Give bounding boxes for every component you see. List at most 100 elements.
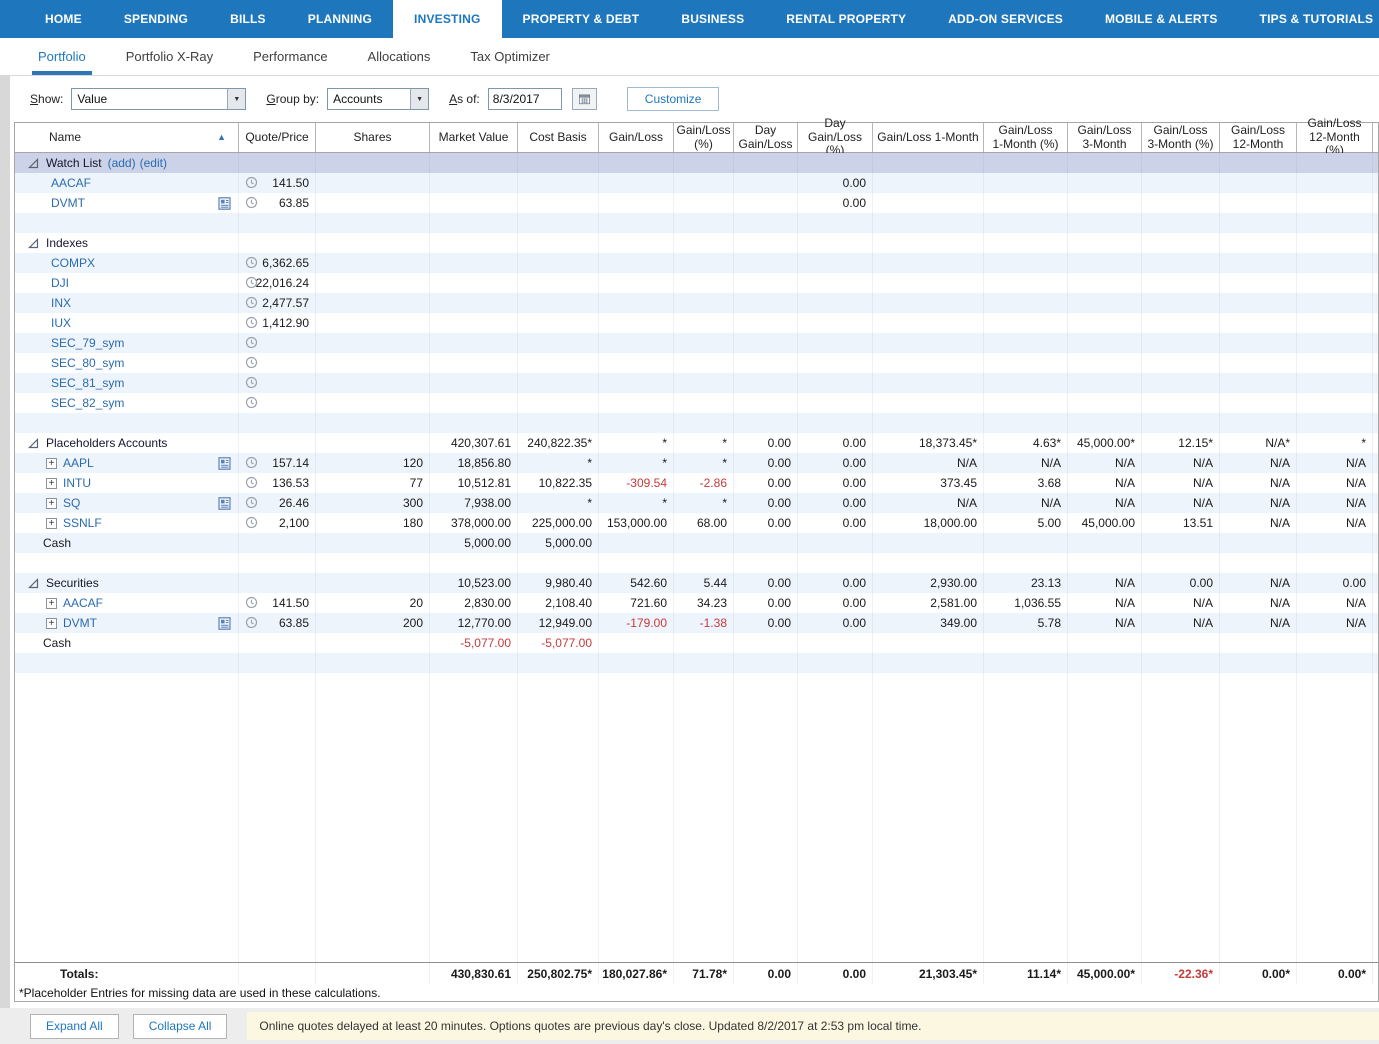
column-header-gl3mp[interactable]: Gain/Loss 3-Month (%): [1142, 123, 1220, 152]
subnav-tab-allocations[interactable]: Allocations: [348, 38, 451, 75]
symbol-link[interactable]: DVMT: [51, 196, 85, 210]
table-row-sec-81-sym[interactable]: SEC_81_sym: [15, 373, 1378, 393]
nav-tab-home[interactable]: HOME: [24, 0, 103, 38]
column-header-glp[interactable]: Gain/Loss (%): [674, 123, 734, 152]
column-header-shares[interactable]: Shares: [316, 123, 430, 152]
column-header-gl[interactable]: Gain/Loss: [599, 123, 674, 152]
nav-tab-bills[interactable]: BILLS: [209, 0, 287, 38]
nav-tab-property-debt[interactable]: PROPERTY & DEBT: [502, 0, 661, 38]
nav-tab-planning[interactable]: PLANNING: [287, 0, 393, 38]
symbol-link[interactable]: SQ: [63, 496, 80, 510]
table-row-ssnlf[interactable]: +SSNLF2,100180378,000.00225,000.00153,00…: [15, 513, 1378, 533]
group-link-edit[interactable]: (edit): [140, 156, 167, 170]
column-header-dglp[interactable]: Day Gain/Loss (%): [798, 123, 873, 152]
news-icon[interactable]: [218, 457, 232, 470]
expand-plus-icon[interactable]: +: [46, 598, 57, 609]
table-row-iux[interactable]: IUX1,412.90: [15, 313, 1378, 333]
nav-tab-add-on-services[interactable]: ADD-ON SERVICES: [927, 0, 1084, 38]
news-icon[interactable]: [218, 197, 232, 210]
expand-plus-icon[interactable]: +: [46, 618, 57, 629]
table-row-watch-list[interactable]: Watch List(add)(edit): [15, 153, 1378, 173]
collapse-all-button[interactable]: Collapse All: [133, 1014, 228, 1039]
cell-shares: 20: [316, 593, 430, 613]
symbol-link[interactable]: INTU: [63, 476, 91, 490]
symbol-link[interactable]: AACAF: [63, 596, 103, 610]
collapse-triangle-icon[interactable]: [28, 238, 39, 249]
expand-plus-icon[interactable]: +: [46, 518, 57, 529]
table-row-inx[interactable]: INX2,477.57: [15, 293, 1378, 313]
customize-button[interactable]: Customize: [627, 87, 720, 111]
table-row-intu[interactable]: +INTU136.537710,512.8110,822.35-309.54-2…: [15, 473, 1378, 493]
table-row-dvmt[interactable]: +DVMT63.8520012,770.0012,949.00-179.00-1…: [15, 613, 1378, 633]
expand-plus-icon[interactable]: +: [46, 498, 57, 509]
cell-overflow: [1373, 513, 1379, 533]
nav-tab-tips-tutorials[interactable]: TIPS & TUTORIALS: [1239, 0, 1379, 38]
symbol-link[interactable]: AAPL: [63, 456, 94, 470]
subnav-tab-portfolio-x-ray[interactable]: Portfolio X-Ray: [106, 38, 233, 75]
groupby-dropdown[interactable]: Accounts ▼: [327, 88, 429, 110]
expand-all-button[interactable]: Expand All: [30, 1014, 119, 1039]
nav-tab-business[interactable]: BUSINESS: [660, 0, 765, 38]
table-row-dji[interactable]: DJI22,016.24: [15, 273, 1378, 293]
column-header-name[interactable]: Name▲: [15, 123, 239, 152]
cell-gl12mp: [1297, 353, 1373, 373]
calendar-icon[interactable]: [572, 88, 597, 110]
table-row-sec-80-sym[interactable]: SEC_80_sym: [15, 353, 1378, 373]
subnav-tab-portfolio[interactable]: Portfolio: [18, 38, 106, 75]
table-row-cash[interactable]: Cash-5,077.00-5,077.00: [15, 633, 1378, 653]
asof-date-input[interactable]: [488, 88, 562, 110]
symbol-link[interactable]: SEC_80_sym: [51, 356, 124, 370]
table-row-sec-82-sym[interactable]: SEC_82_sym: [15, 393, 1378, 413]
symbol-link[interactable]: SSNLF: [63, 516, 102, 530]
table-row-indexes[interactable]: Indexes: [15, 233, 1378, 253]
table-header-row: Name▲Quote/PriceSharesMarket ValueCost B…: [15, 123, 1378, 153]
news-icon[interactable]: [218, 497, 232, 510]
table-row-aapl[interactable]: +AAPL157.1412018,856.80***0.000.00N/AN/A…: [15, 453, 1378, 473]
cell-gl3mp: N/A: [1142, 473, 1220, 493]
group-link-add[interactable]: (add): [108, 156, 136, 170]
nav-tab-spending[interactable]: SPENDING: [103, 0, 209, 38]
table-row-sq[interactable]: +SQ26.463007,938.00***0.000.00N/AN/AN/AN…: [15, 493, 1378, 513]
subnav-tab-tax-optimizer[interactable]: Tax Optimizer: [450, 38, 569, 75]
symbol-link[interactable]: SEC_82_sym: [51, 396, 124, 410]
column-header-dgl[interactable]: Day Gain/Loss: [734, 123, 798, 152]
column-header-gl1mp[interactable]: Gain/Loss 1-Month (%): [984, 123, 1068, 152]
nav-tab-investing[interactable]: INVESTING: [393, 0, 501, 38]
news-icon[interactable]: [218, 617, 232, 630]
table-row-placeholders-accounts[interactable]: Placeholders Accounts420,307.61240,822.3…: [15, 433, 1378, 453]
table-row-dvmt[interactable]: DVMT63.850.00: [15, 193, 1378, 213]
cell-quote: [239, 233, 316, 253]
cell-overflow: [1373, 233, 1379, 253]
subnav-tab-performance[interactable]: Performance: [233, 38, 347, 75]
column-header-mv[interactable]: Market Value: [430, 123, 518, 152]
cell-shares: [316, 273, 430, 293]
collapse-triangle-icon[interactable]: [28, 158, 39, 169]
column-header-cb[interactable]: Cost Basis: [518, 123, 599, 152]
symbol-link[interactable]: IUX: [51, 316, 71, 330]
collapse-triangle-icon[interactable]: [28, 578, 39, 589]
expand-plus-icon[interactable]: +: [46, 478, 57, 489]
symbol-link[interactable]: SEC_79_sym: [51, 336, 124, 350]
table-row-aacaf[interactable]: AACAF141.500.00: [15, 173, 1378, 193]
column-header-gl1m[interactable]: Gain/Loss 1-Month: [873, 123, 984, 152]
symbol-link[interactable]: SEC_81_sym: [51, 376, 124, 390]
symbol-link[interactable]: INX: [51, 296, 71, 310]
symbol-link[interactable]: COMPX: [51, 256, 95, 270]
nav-tab-mobile-alerts[interactable]: MOBILE & ALERTS: [1084, 0, 1239, 38]
symbol-link[interactable]: DJI: [51, 276, 69, 290]
nav-tab-rental-property[interactable]: RENTAL PROPERTY: [765, 0, 927, 38]
column-header-gl12mp[interactable]: Gain/Loss 12-Month (%): [1297, 123, 1373, 152]
symbol-link[interactable]: AACAF: [51, 176, 91, 190]
collapse-triangle-icon[interactable]: [28, 438, 39, 449]
table-row-cash[interactable]: Cash5,000.005,000.00: [15, 533, 1378, 553]
show-dropdown[interactable]: Value ▼: [71, 88, 246, 110]
table-row-securities[interactable]: Securities10,523.009,980.40542.605.440.0…: [15, 573, 1378, 593]
column-header-gl3m[interactable]: Gain/Loss 3-Month: [1068, 123, 1142, 152]
column-header-quote[interactable]: Quote/Price: [239, 123, 316, 152]
table-row-aacaf[interactable]: +AACAF141.50202,830.002,108.40721.6034.2…: [15, 593, 1378, 613]
symbol-link[interactable]: DVMT: [63, 616, 97, 630]
table-row-sec-79-sym[interactable]: SEC_79_sym: [15, 333, 1378, 353]
table-row-compx[interactable]: COMPX6,362.65: [15, 253, 1378, 273]
column-header-gl12m[interactable]: Gain/Loss 12-Month: [1220, 123, 1297, 152]
expand-plus-icon[interactable]: +: [46, 458, 57, 469]
